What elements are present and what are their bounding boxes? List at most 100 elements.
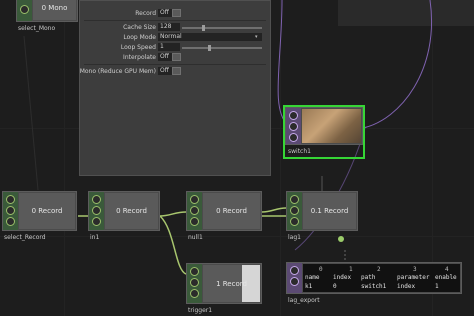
- node-viewer: 1 Record: [203, 265, 260, 302]
- port-icon: [290, 277, 299, 286]
- node-body: 0 Record: [88, 191, 160, 231]
- port-icon: [6, 217, 15, 226]
- node-body: 0 1 2 3 4 name index path parameter enab…: [286, 262, 462, 294]
- wire-green: [159, 215, 187, 275]
- table-col-index: 1: [349, 266, 353, 273]
- port-icon: [6, 206, 15, 215]
- node-switch1[interactable]: switch1: [283, 105, 365, 159]
- param-mono: Mono (Reduce GPU Mem) Off: [80, 67, 272, 76]
- param-loop-speed: Loop Speed 1: [80, 43, 272, 52]
- table-cell: name: [305, 274, 320, 281]
- divider: [84, 20, 266, 21]
- port-icon: [92, 206, 101, 215]
- param-label: Loop Speed: [120, 44, 156, 51]
- node-value: 1 Record: [216, 279, 247, 288]
- port-icon: [289, 111, 298, 120]
- wire-green: [159, 211, 187, 217]
- port-icon: [20, 5, 29, 14]
- port-icon: [290, 266, 299, 275]
- node-null1[interactable]: 0 Record null1: [186, 191, 262, 243]
- node-name: lag1: [288, 234, 301, 241]
- port-icon: [190, 267, 199, 276]
- node-strip: [17, 0, 32, 21]
- node-name: switch1: [288, 148, 311, 155]
- record-toggle-box[interactable]: [172, 9, 181, 17]
- port-icon: [289, 133, 298, 142]
- node-value: 0 Record: [216, 207, 247, 215]
- port-icon: [290, 195, 299, 204]
- node-lag-export[interactable]: 0 1 2 3 4 name index path parameter enab…: [286, 262, 462, 306]
- port-icon: [6, 195, 15, 204]
- node-body: [285, 107, 363, 145]
- table-cell: index: [397, 283, 416, 290]
- mono-toggle[interactable]: Off: [158, 67, 172, 75]
- table-col-index: 4: [445, 266, 449, 273]
- loop-speed-field[interactable]: 1: [158, 43, 180, 51]
- mono-toggle-box[interactable]: [172, 67, 181, 75]
- port-icon: [190, 195, 199, 204]
- node-value: 0 Record: [116, 207, 147, 215]
- node-select-mono[interactable]: 0 Mono select_Mono: [16, 0, 78, 34]
- table-cell: switch1: [361, 283, 387, 290]
- loop-mode-select[interactable]: Normal: [158, 33, 262, 41]
- param-label: Interpolate: [123, 54, 156, 61]
- node-in1[interactable]: 0 Record in1: [88, 191, 160, 243]
- port-icon: [290, 206, 299, 215]
- port-icon: [290, 217, 299, 226]
- chevron-down-icon[interactable]: ▾: [255, 34, 258, 40]
- node-name: lag_export: [288, 297, 320, 304]
- param-label: Record: [135, 10, 156, 17]
- node-body: 0.1 Record: [286, 191, 358, 231]
- slider-knob[interactable]: [208, 45, 211, 51]
- slider-knob[interactable]: [202, 25, 205, 31]
- param-label: Loop Mode: [123, 34, 156, 41]
- node-body: 1 Record: [186, 263, 262, 304]
- table-cell: enable: [435, 274, 457, 281]
- export-flag-icon[interactable]: [338, 236, 344, 242]
- node-strip: [187, 192, 202, 230]
- table-cell: 1: [435, 283, 439, 290]
- node-name: select_Mono: [18, 25, 56, 32]
- node-trigger1[interactable]: 1 Record trigger1: [186, 263, 262, 316]
- cache-size-field[interactable]: 128: [158, 23, 180, 31]
- table-col-index: 3: [413, 266, 417, 273]
- node-strip: [287, 192, 302, 230]
- parameter-panel[interactable]: Record Off Cache Size 128 Loop Mode Norm…: [79, 0, 271, 176]
- divider: [84, 64, 266, 65]
- node-value: 0.1 Record: [310, 207, 349, 215]
- node-name: null1: [188, 234, 203, 241]
- node-viewer: 0 Record: [19, 193, 75, 229]
- node-body: 0 Record: [2, 191, 77, 231]
- param-label: Cache Size: [123, 24, 156, 31]
- node-strip: [3, 192, 18, 230]
- node-strip: [89, 192, 104, 230]
- table-view: 0 1 2 3 4 name index path parameter enab…: [303, 264, 460, 292]
- param-label: Mono (Reduce GPU Mem): [79, 68, 156, 75]
- port-icon: [92, 217, 101, 226]
- node-name: trigger1: [188, 307, 213, 314]
- node-select-record[interactable]: 0 Record select_Record: [2, 191, 77, 243]
- node-strip: [187, 264, 202, 303]
- node-viewer: 0.1 Record: [303, 193, 356, 229]
- param-interpolate: Interpolate Off: [80, 53, 272, 62]
- wire-green: [261, 207, 287, 213]
- wire-dark: [23, 35, 39, 191]
- node-value: 0 Record: [31, 207, 63, 215]
- interpolate-toggle[interactable]: Off: [158, 53, 172, 61]
- port-icon: [190, 278, 199, 287]
- table-cell: 0: [333, 283, 337, 290]
- node-viewer: 0 Record: [105, 193, 158, 229]
- video-thumbnail: [302, 109, 361, 143]
- cache-size-slider[interactable]: [182, 27, 262, 29]
- node-name: in1: [90, 234, 100, 241]
- record-toggle[interactable]: Off: [158, 9, 172, 17]
- node-body: 0 Record: [186, 191, 262, 231]
- port-icon: [190, 289, 199, 298]
- loop-speed-slider[interactable]: [182, 47, 262, 49]
- node-strip: [286, 108, 301, 144]
- node-lag1[interactable]: 0.1 Record lag1: [286, 191, 358, 243]
- table-cell: k1: [305, 283, 313, 290]
- interpolate-toggle-box[interactable]: [172, 53, 181, 61]
- port-icon: [190, 206, 199, 215]
- table-cell: path: [361, 274, 376, 281]
